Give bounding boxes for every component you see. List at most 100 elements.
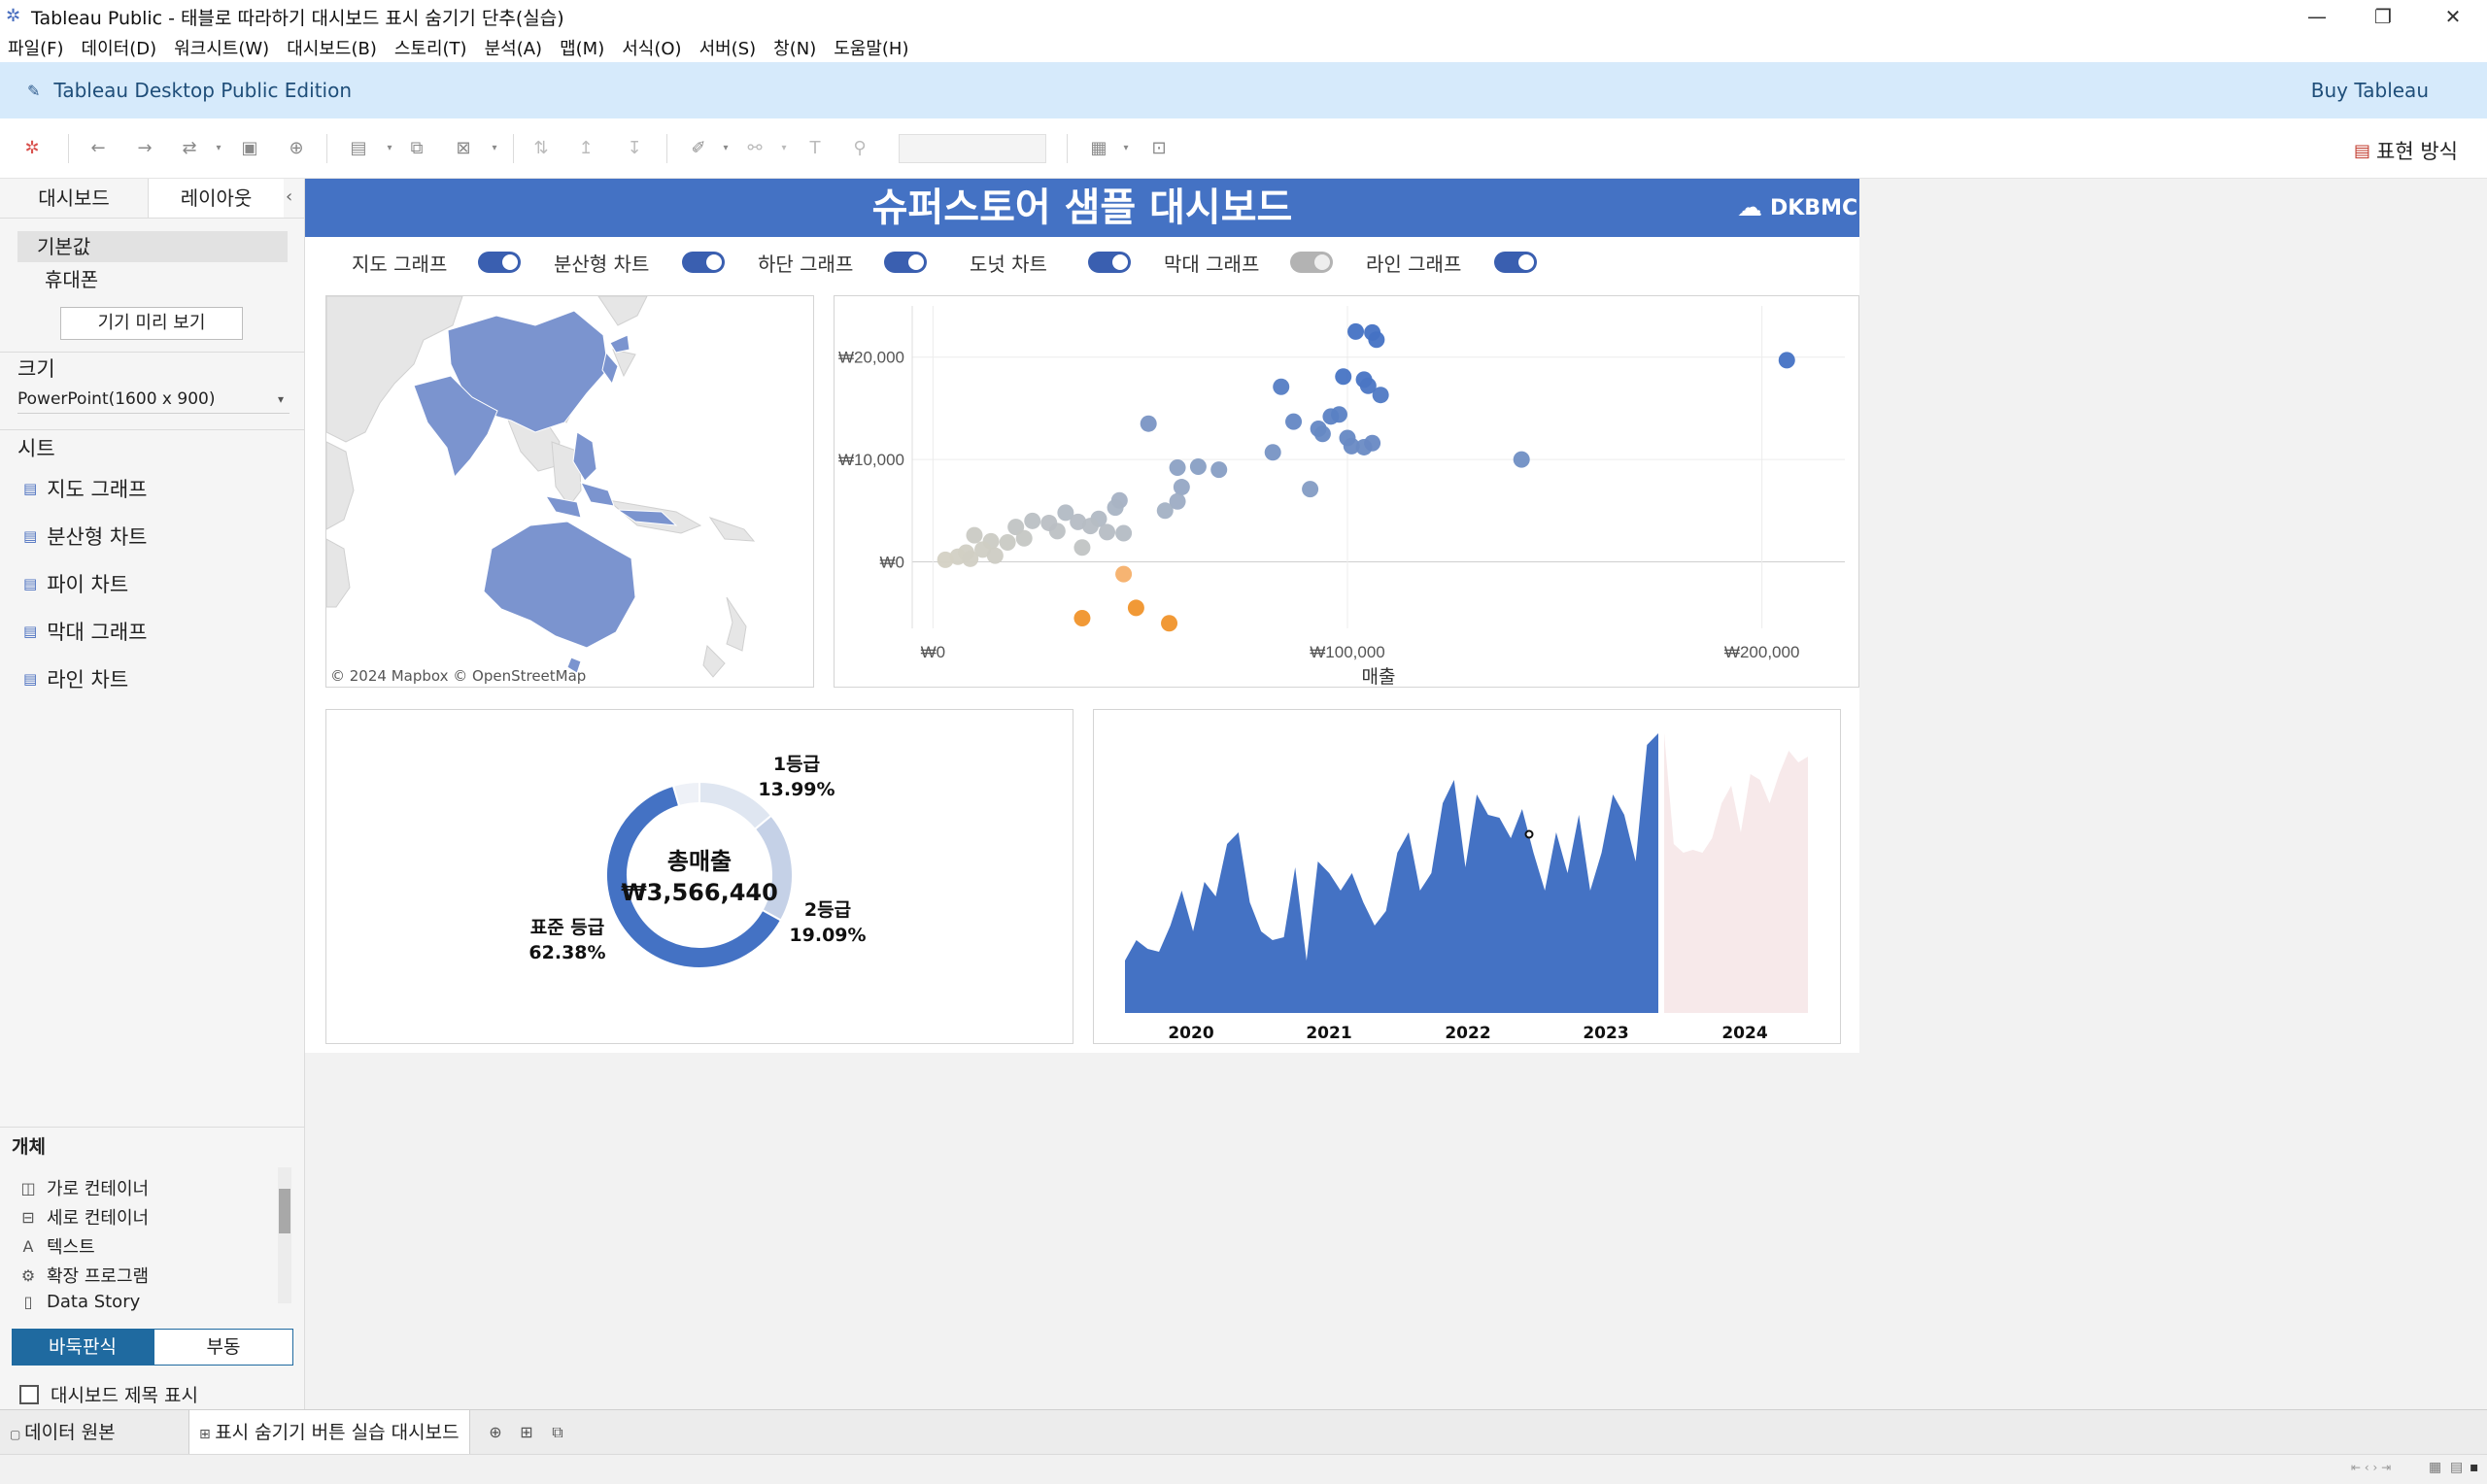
menu-server[interactable]: 서버(S) — [699, 35, 757, 60]
horizontal-container-icon: ◫ — [20, 1178, 36, 1197]
scatter-panel[interactable]: ₩0 ₩10,000 ₩20,000 ₩0 ₩100,000 ₩200,000 매출 — [834, 295, 1859, 688]
toggle-bar[interactable] — [1290, 252, 1333, 273]
toggle-map[interactable] — [478, 252, 521, 273]
sort-ascending-icon[interactable]: ↥ — [575, 138, 596, 159]
group-members-icon[interactable]: ⚯ — [744, 138, 766, 159]
device-preview-button[interactable]: 기기 미리 보기 — [60, 307, 243, 340]
filmstrip-view-icon[interactable]: ▪ — [2470, 1460, 2479, 1475]
donut-slice-label: 2등급 — [804, 899, 851, 921]
tab-active-dashboard[interactable]: ⊞ 표시 숨기기 버튼 실습 대시보드 — [188, 1410, 470, 1455]
clear-sheet-icon[interactable]: ⊠ — [453, 138, 474, 159]
menu-map[interactable]: 맵(M) — [560, 35, 604, 60]
toggle-donut[interactable] — [1088, 252, 1131, 273]
menu-help[interactable]: 도움말(H) — [834, 35, 908, 60]
show-me-button[interactable]: ▤ 표현 방식 — [2354, 136, 2458, 165]
grid-view-icon[interactable]: ▦ — [2429, 1460, 2441, 1475]
tiled-button[interactable]: 바둑판식 — [12, 1329, 153, 1366]
duplicate-sheet-icon[interactable]: ⧉ — [406, 138, 427, 159]
swap-rows-columns-icon[interactable]: ⇅ — [530, 138, 552, 159]
scatter-point — [1161, 615, 1178, 632]
object-extension[interactable]: ⚙ 확장 프로그램 — [17, 1263, 149, 1288]
sheet-label: 파이 차트 — [47, 573, 129, 596]
tab-data-source[interactable]: ▢ 대시보드데이터 원본 — [0, 1410, 125, 1455]
toggle-line[interactable] — [1494, 252, 1537, 273]
highlight-icon[interactable]: ✐ — [688, 138, 709, 159]
sheet-item-map[interactable]: ▤ 지도 그래프 — [23, 474, 147, 503]
toggle-label-donut: 도넛 차트 — [970, 253, 1047, 276]
scrollbar-thumb[interactable] — [279, 1189, 290, 1233]
scatter-point — [1347, 322, 1365, 340]
chevron-down-icon[interactable]: ▾ — [484, 138, 505, 159]
menu-analysis[interactable]: 분석(A) — [485, 35, 542, 60]
undo-icon[interactable]: ← — [87, 138, 109, 159]
redo-icon[interactable]: → — [134, 138, 155, 159]
device-phone[interactable]: 휴대폰 — [45, 264, 98, 292]
sort-descending-icon[interactable]: ↧ — [624, 138, 645, 159]
new-story-icon[interactable]: ⧉ — [548, 1423, 567, 1442]
buy-tableau-link[interactable]: Buy Tableau — [2311, 79, 2429, 102]
sheet-label: 라인 차트 — [47, 668, 129, 691]
new-worksheet-icon[interactable]: ⊕ — [486, 1423, 505, 1442]
object-label: 확장 프로그램 — [47, 1266, 150, 1287]
sheet-item-scatter[interactable]: ▤ 분산형 차트 — [23, 522, 147, 551]
donut-slice-percent: 62.38% — [528, 942, 605, 963]
device-default[interactable]: 기본값 — [17, 231, 288, 262]
show-mark-labels-icon[interactable]: T — [804, 138, 826, 159]
size-dropdown[interactable]: PowerPoint(1600 x 900) ▾ — [17, 385, 290, 414]
area-panel[interactable]: 2020 2021 2022 2023 2024 — [1093, 709, 1841, 1044]
toggle-bottom[interactable] — [884, 252, 927, 273]
close-button[interactable]: ✕ — [2419, 0, 2487, 33]
list-view-icon[interactable]: ▤ — [2450, 1460, 2463, 1475]
tab-layout[interactable]: 레이아웃 — [148, 179, 284, 218]
object-text[interactable]: A 텍스트 — [17, 1233, 95, 1259]
scatter-point — [1359, 377, 1377, 394]
chevron-down-icon[interactable]: ▾ — [379, 138, 400, 159]
chevron-down-icon[interactable]: ▾ — [773, 138, 795, 159]
chevron-down-icon[interactable]: ▾ — [1115, 138, 1137, 159]
replace-data-icon[interactable]: ⇄ — [179, 138, 200, 159]
object-vertical-container[interactable]: ⊟ 세로 컨테이너 — [17, 1204, 149, 1230]
scatter-point — [1024, 512, 1041, 529]
x-tick-label: 2024 — [1721, 1024, 1767, 1043]
sheet-item-bar[interactable]: ▤ 막대 그래프 — [23, 617, 147, 646]
objects-scrollbar[interactable] — [278, 1167, 291, 1303]
show-dashboard-title-checkbox[interactable] — [19, 1385, 39, 1404]
menu-dashboard[interactable]: 대시보드(B) — [287, 35, 377, 60]
restore-button[interactable]: ❐ — [2349, 0, 2417, 33]
chevron-down-icon[interactable]: ▾ — [208, 138, 229, 159]
chevron-down-icon[interactable]: ▾ — [715, 138, 736, 159]
pin-axes-icon[interactable]: ⚲ — [849, 138, 870, 159]
new-data-source-icon[interactable]: ⊕ — [286, 138, 307, 159]
object-data-story[interactable]: ▯ Data Story — [17, 1292, 141, 1312]
minimize-button[interactable]: — — [2283, 0, 2351, 33]
floating-button[interactable]: 부동 — [153, 1329, 293, 1366]
worksheet-icon: ▤ — [23, 480, 38, 497]
menu-story[interactable]: 스토리(T) — [394, 35, 467, 60]
show-dashboard-title-label: 대시보드 제목 표시 — [51, 1385, 198, 1406]
menu-window[interactable]: 창(N) — [773, 35, 816, 60]
scatter-point — [1156, 502, 1174, 520]
new-sheet-icon[interactable]: ▤ — [348, 138, 369, 159]
presentation-mode-icon[interactable]: ⊡ — [1148, 138, 1170, 159]
map-panel[interactable]: © 2024 Mapbox © OpenStreetMap — [325, 295, 814, 688]
tableau-logo-icon[interactable]: ✲ — [21, 138, 43, 159]
tab-dashboard[interactable]: 대시보드 — [0, 179, 148, 218]
menu-data[interactable]: 데이터(D) — [82, 35, 157, 60]
toggle-scatter[interactable] — [682, 252, 725, 273]
toolbar-separator — [68, 134, 69, 163]
menu-format[interactable]: 서식(O) — [622, 35, 681, 60]
sheet-item-pie[interactable]: ▤ 파이 차트 — [23, 569, 128, 598]
new-dashboard-icon[interactable]: ⊞ — [517, 1423, 536, 1442]
navigation-icons[interactable]: ⇤ ‹ › ⇥ — [2351, 1461, 2391, 1474]
toggle-knob — [706, 254, 722, 270]
save-icon[interactable]: ▣ — [239, 138, 260, 159]
object-horizontal-container[interactable]: ◫ 가로 컨테이너 — [17, 1175, 149, 1200]
fit-dropdown[interactable] — [899, 134, 1046, 163]
collapse-panel-icon[interactable]: ‹ — [286, 186, 292, 207]
menu-worksheet[interactable]: 워크시트(W) — [174, 35, 269, 60]
sheet-item-line[interactable]: ▤ 라인 차트 — [23, 664, 128, 693]
menu-file[interactable]: 파일(F) — [8, 35, 64, 60]
show-cards-icon[interactable]: ▦ — [1088, 138, 1109, 159]
scatter-point — [1264, 444, 1281, 461]
donut-panel[interactable]: 총매출 ₩3,566,440 1등급 13.99% 2등급 19.09% 표준 등급 62.3… — [325, 709, 1073, 1044]
